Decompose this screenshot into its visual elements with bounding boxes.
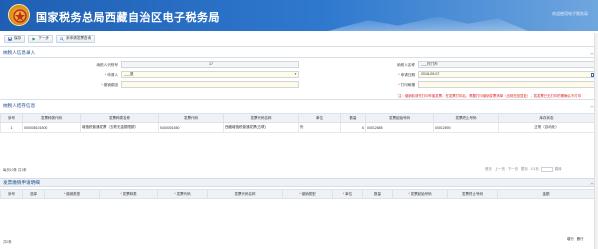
chevron-down-icon: ▼ <box>294 72 297 76</box>
column-header: 发票终止号码 <box>433 113 499 123</box>
column-header: 数量 <box>340 113 366 123</box>
column-header: 发票起始号码 <box>365 113 434 123</box>
taxpayer-name-label: 纳税人名称 <box>397 62 415 67</box>
column-header: 发票种类代码 <box>22 113 81 123</box>
save-icon <box>8 36 12 41</box>
save-button[interactable]: 保存 <box>4 34 26 43</box>
column-header: * 缴销类型 <box>282 189 333 199</box>
taxpayer-name-field: ___村门市 <box>418 61 596 68</box>
apply-date-field[interactable]: 2018-09-07 <box>418 71 596 78</box>
apply-table: 序号 选择 * 缴销类型 * 发票种类 * 发票代码 发票代码名称 * 缴销类型… <box>0 189 595 199</box>
delete-row-button[interactable]: 删行 <box>576 236 585 241</box>
form-row: 纳税人识别号 17 纳税人名称 ___村门市 <box>0 60 598 69</box>
stock-pager: 首页 上一页 下一页 尾页 1/1页 跳转 <box>484 166 563 172</box>
first-page-button[interactable]: 首页 <box>484 166 493 171</box>
apply-date-label: * 申请日期 <box>398 72 415 77</box>
stock-section-title: 纳税人结存信息 <box>3 102 36 108</box>
arrow-right-icon <box>32 37 36 40</box>
applicant-label: * 申请人 <box>104 72 118 77</box>
cell-qty: 6 <box>340 122 366 133</box>
apply-count: 共0条 <box>3 240 12 244</box>
apply-section-header[interactable]: 发票缴销申请明细 ︿ <box>0 178 598 187</box>
mountain-graphic <box>328 16 528 31</box>
table-header-row: 序号 发票种类代码 发票种类名称 发票代码 发票代码名称 单位 数量 发票起始号… <box>0 113 595 123</box>
column-header: * 单位 <box>332 189 363 199</box>
cell-end-no: 00012690 <box>433 122 499 133</box>
form-row: * 缴销原因 * 打印刷槽 <box>0 80 598 89</box>
apply-actions: 增行 删行 <box>566 236 585 241</box>
column-header: * 发票起始号码 <box>392 189 448 199</box>
column-header: 序号 <box>0 113 23 123</box>
page-title: 国家税务总局西藏自治区电子税务局 <box>36 12 220 24</box>
applicant-select[interactable]: ___夏 ▼ <box>121 71 299 78</box>
cell-type-code: 000008101500 <box>22 122 81 133</box>
stock-section-header[interactable]: 纳税人结存信息 ︿ <box>0 101 598 110</box>
column-header: 发票终止号码 <box>447 189 498 199</box>
prev-page-button[interactable]: 上一页 <box>494 166 506 171</box>
column-header: 发票代码 <box>158 113 224 123</box>
taxpayer-section-header[interactable]: 纳税人信息录入 ︿ <box>0 48 598 57</box>
scrollbar[interactable] <box>594 33 598 249</box>
notice-text: 注：缴销前请先打印作废发票，在发票打印后，需要打印缴销发票清单（出现在回显处），… <box>398 94 582 98</box>
taxpayer-section-title: 纳税人信息录入 <box>3 49 36 55</box>
divider <box>0 57 598 58</box>
cell-unit: 份 <box>298 122 341 133</box>
column-header: 金额 <box>497 189 595 199</box>
welcome-text: 欢迎使用电子税务局 <box>552 11 588 16</box>
column-header: 单位 <box>298 113 341 123</box>
apply-date-value: 2018-09-07 <box>421 72 440 76</box>
save-label: 保存 <box>14 36 22 40</box>
tax-emblem-icon <box>8 4 30 26</box>
divider <box>0 99 598 100</box>
page-indicator: 1/1页 <box>530 167 539 171</box>
column-header: * 发票代码 <box>157 189 208 199</box>
apply-section-title: 发票缴销申请明细 <box>3 179 40 185</box>
cell-status: 正常（自动化） <box>498 122 595 133</box>
reason-input[interactable] <box>121 81 299 88</box>
taxpayer-id-label: 纳税人识别号 <box>96 62 118 67</box>
toolbar: 保存 下一步 未申请发票查询 <box>0 33 598 44</box>
reason-label: * 缴销原因 <box>101 82 118 87</box>
add-row-button[interactable]: 增行 <box>566 236 575 241</box>
column-header: 数量 <box>362 189 393 199</box>
cell-no: 1 <box>0 122 23 133</box>
column-header: 发票种类名称 <box>80 113 159 123</box>
form-row: * 申请人 ___夏 ▼ * 申请日期 2018-09-07 <box>0 70 598 79</box>
table-header-row: 序号 选择 * 缴销类型 * 发票种类 * 发票代码 发票代码名称 * 缴销类型… <box>0 189 595 199</box>
cell-type-name: 增值税普通发票（五联无金额限额） <box>80 122 159 133</box>
query-label: 未申请发票查询 <box>65 36 92 40</box>
column-header: 库存状态 <box>498 113 595 123</box>
attachment-input[interactable] <box>418 81 596 88</box>
page-input[interactable] <box>540 166 553 172</box>
applicant-value: ___夏 <box>124 72 134 76</box>
next-label: 下一步 <box>38 36 49 40</box>
cell-start-no: 00012685 <box>365 122 434 133</box>
next-button[interactable]: 下一步 <box>28 34 53 43</box>
stock-table: 序号 发票种类代码 发票种类名称 发票代码 发票代码名称 单位 数量 发票起始号… <box>0 113 595 133</box>
column-header: 选择 <box>22 189 45 199</box>
taxpayer-id-field: 17 <box>121 61 299 68</box>
column-header: 发票代码名称 <box>223 113 299 123</box>
attachment-label: * 打印刷槽 <box>398 82 415 87</box>
column-header: 发票代码名称 <box>207 189 283 199</box>
last-page-button[interactable]: 尾页 <box>520 166 529 171</box>
column-header: * 发票种类 <box>99 189 158 199</box>
column-header: 序号 <box>0 189 23 199</box>
cell-invoice-code: 5400001650 <box>158 122 224 133</box>
header-banner: 国家税务总局西藏自治区电子税务局 欢迎使用电子税务局 <box>0 0 598 31</box>
query-button[interactable]: 未申请发票查询 <box>55 34 96 43</box>
cell-code-name: 西藏增值税普通发票(五联) <box>223 122 299 133</box>
search-icon <box>60 36 64 41</box>
divider <box>0 46 598 47</box>
table-row[interactable]: 1 000008101500 增值税普通发票（五联无金额限额） 54000016… <box>0 122 595 133</box>
next-page-button[interactable]: 下一页 <box>507 166 519 171</box>
column-header: * 缴销类型 <box>44 189 100 199</box>
goto-button[interactable]: 跳转 <box>554 166 563 171</box>
stock-pager-info: 每页10条 共1条 <box>3 168 27 172</box>
